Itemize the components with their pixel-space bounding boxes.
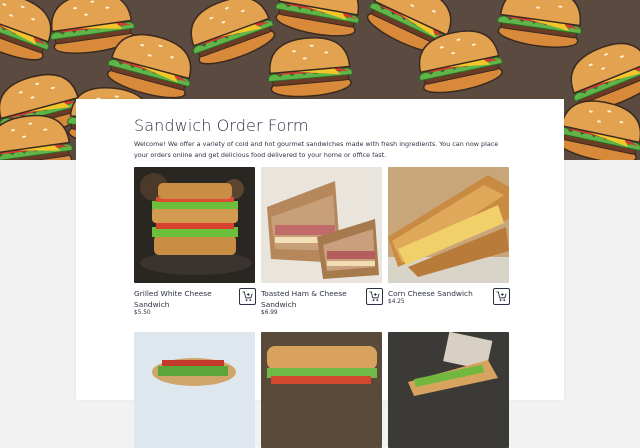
product-name: Grilled White Cheese Sandwich	[134, 289, 212, 309]
form-title: Sandwich Order Form	[134, 116, 309, 135]
product-card[interactable]: Toasted Ham & Cheese Sandwich $6.99	[261, 167, 383, 316]
product-card[interactable]	[134, 332, 256, 448]
product-price: $4.25	[388, 299, 405, 305]
add-to-cart-icon	[242, 291, 253, 302]
product-card[interactable]: Grilled White Cheese Sandwich $5.50	[134, 167, 256, 316]
product-image	[261, 167, 382, 283]
product-price: $5.50	[134, 310, 151, 316]
add-to-cart-button[interactable]	[493, 288, 510, 305]
product-card[interactable]	[261, 332, 383, 448]
product-name: Toasted Ham & Cheese Sandwich	[261, 289, 347, 309]
product-image	[134, 167, 255, 283]
add-to-cart-button[interactable]	[239, 288, 256, 305]
product-name: Corn Cheese Sandwich	[388, 289, 473, 298]
form-intro: Welcome! We offer a variety of cold and …	[134, 140, 499, 159]
add-to-cart-icon	[369, 291, 380, 302]
add-to-cart-icon	[496, 291, 507, 302]
product-card[interactable]	[388, 332, 510, 448]
product-card[interactable]: Corn Cheese Sandwich $4.25	[388, 167, 510, 305]
product-image	[134, 332, 255, 448]
order-form-card: Sandwich Order Form Welcome! We offer a …	[76, 99, 564, 448]
product-image	[388, 332, 509, 448]
add-to-cart-button[interactable]	[366, 288, 383, 305]
product-image	[261, 332, 382, 448]
product-image	[388, 167, 509, 283]
product-price: $6.99	[261, 310, 278, 316]
